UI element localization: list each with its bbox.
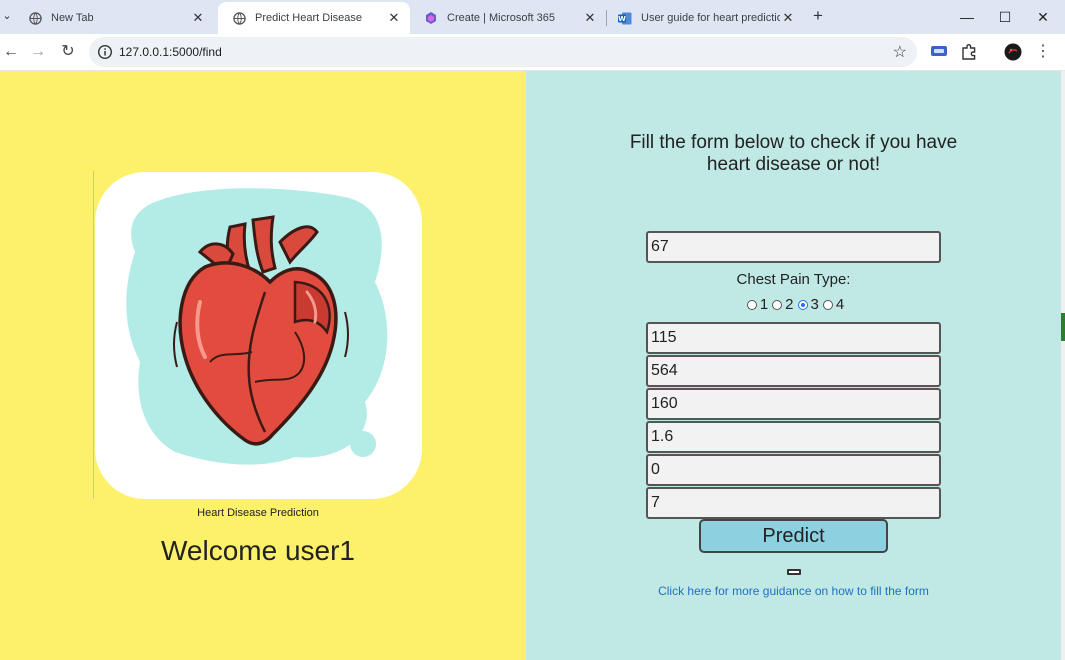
tab-title: New Tab xyxy=(51,12,94,24)
welcome-panel: Heart Disease Prediction Welcome user1 xyxy=(0,71,526,660)
back-button[interactable]: ← xyxy=(0,41,22,63)
extension-icon[interactable] xyxy=(930,43,950,63)
divider xyxy=(93,171,94,499)
radio-label: 3 xyxy=(810,296,819,313)
close-icon[interactable]: ✕ xyxy=(780,10,796,26)
predict-button[interactable]: Predict xyxy=(699,519,888,553)
tab-search-icon[interactable]: ⌄ xyxy=(0,7,14,25)
chest-pain-radio-4[interactable] xyxy=(822,299,833,310)
close-window-button[interactable]: ✕ xyxy=(1031,6,1055,28)
tab-user-guide[interactable]: W User guide for heart prediction ✕ xyxy=(604,2,804,34)
tab-predict-heart-disease[interactable]: Predict Heart Disease ✕ xyxy=(218,2,410,34)
thal-input[interactable] xyxy=(646,487,941,519)
oldpeak-input[interactable] xyxy=(646,421,941,453)
window-edge-accent xyxy=(1061,313,1065,341)
close-icon[interactable]: ✕ xyxy=(386,10,402,26)
form-heading: Fill the form below to check if you have… xyxy=(629,132,958,175)
url-text[interactable]: 127.0.0.1:5000/find xyxy=(119,45,222,59)
radio-label: 2 xyxy=(785,296,794,313)
star-icon[interactable]: ☆ xyxy=(893,42,907,62)
new-tab-button[interactable]: + xyxy=(808,7,828,27)
microsoft-365-icon xyxy=(424,11,438,25)
chest-pain-radio-2[interactable] xyxy=(772,299,783,310)
radio-label: 1 xyxy=(759,296,769,313)
close-icon[interactable]: ✕ xyxy=(190,10,206,26)
chest-pain-radio-group: 1 2 3 4 xyxy=(646,296,941,313)
word-icon: W xyxy=(618,11,632,25)
browser-toolbar: ← → ↻ 127.0.0.1:5000/find ☆ ⋮ xyxy=(0,34,1065,71)
chest-pain-radio-1[interactable] xyxy=(746,299,757,310)
age-input[interactable] xyxy=(646,231,941,263)
tab-title: Create | Microsoft 365 xyxy=(447,12,556,24)
max-heart-rate-input[interactable] xyxy=(646,388,941,420)
minimize-button[interactable]: — xyxy=(955,6,979,28)
guidance-link[interactable]: Click here for more guidance on how to f… xyxy=(626,584,961,598)
prediction-form-panel: Fill the form below to check if you have… xyxy=(526,71,1061,660)
maximize-button[interactable]: ☐ xyxy=(993,6,1017,28)
result-box xyxy=(787,569,801,575)
radio-label: 4 xyxy=(835,296,845,313)
forward-button[interactable]: → xyxy=(27,41,49,63)
window-edge xyxy=(1061,71,1065,660)
tab-title: User guide for heart prediction xyxy=(641,12,780,24)
address-bar[interactable]: 127.0.0.1:5000/find ☆ xyxy=(89,37,917,67)
tab-strip: ⌄ New Tab ✕ Predict Heart Disease ✕ Crea… xyxy=(0,0,1065,34)
reload-button[interactable]: ↻ xyxy=(57,41,79,63)
cholesterol-input[interactable] xyxy=(646,355,941,387)
close-icon[interactable]: ✕ xyxy=(582,10,598,26)
chest-pain-label: Chest Pain Type: xyxy=(736,271,851,288)
kebab-menu-icon[interactable]: ⋮ xyxy=(1032,41,1054,63)
globe-icon xyxy=(232,11,246,25)
globe-icon xyxy=(28,11,42,25)
tab-create-microsoft-365[interactable]: Create | Microsoft 365 ✕ xyxy=(410,2,606,34)
chest-pain-radio-3[interactable] xyxy=(797,299,808,310)
profile-avatar[interactable] xyxy=(1004,43,1024,63)
tab-new-tab[interactable]: New Tab ✕ xyxy=(14,2,214,34)
image-caption: Heart Disease Prediction xyxy=(197,507,319,519)
vessels-input[interactable] xyxy=(646,454,941,486)
resting-bp-input[interactable] xyxy=(646,322,941,354)
svg-text:W: W xyxy=(618,15,626,23)
tab-title: Predict Heart Disease xyxy=(255,12,362,24)
info-icon[interactable] xyxy=(97,44,113,60)
puzzle-icon[interactable] xyxy=(960,43,980,63)
welcome-heading: Welcome user1 xyxy=(160,535,355,566)
heart-illustration xyxy=(95,172,422,499)
